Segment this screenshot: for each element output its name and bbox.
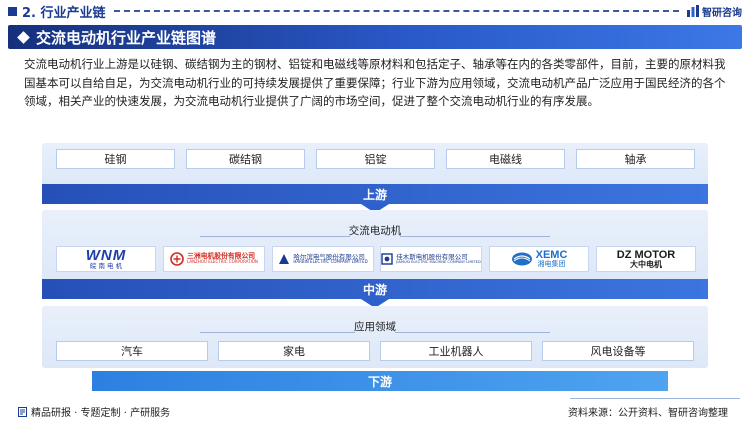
upstream-item-label: 轴承 (624, 153, 647, 166)
company-logo-harbin: 哈尔滨电气股份有限公司 HARBIN ELECTRIC COMPANY LIMI… (272, 246, 374, 272)
company-logo-main: DZ MOTOR (616, 248, 676, 261)
intro-paragraph: 交流电动机行业上游是以硅钢、碳结钢为主的钢材、铝锭和电磁线等原材料和包括定子、轴… (24, 57, 726, 109)
upstream-item-aluminum-ingot: 铝锭 (316, 149, 435, 169)
footer-source: 资料来源：公开资料、智研咨询整理 (568, 408, 728, 419)
application-item-home-appliances: 家电 (218, 341, 370, 361)
diamond-icon (17, 30, 30, 44)
upstream-item-magnet-wire: 电磁线 (446, 149, 565, 169)
midstream-rule-left (200, 236, 350, 237)
brand-name: 智研咨询 (702, 7, 742, 19)
lanzhou-emblem-icon (170, 252, 184, 266)
application-item-label: 风电设备等 (590, 345, 646, 358)
upstream-item-label: 硅钢 (104, 153, 127, 166)
header-dashed-divider (113, 10, 679, 12)
application-item-label: 汽车 (121, 345, 143, 358)
footer-divider (570, 398, 740, 399)
upstream-item-silicon-steel: 硅钢 (56, 149, 175, 169)
footer: 精品研报 · 专题定制 · 产研服务 资料来源：公开资料、智研咨询整理 (0, 402, 750, 421)
application-item-automotive: 汽车 (56, 341, 208, 361)
jiamusi-emblem-icon (381, 253, 393, 265)
upstream-item-label: 铝锭 (364, 153, 387, 166)
company-logo-lanzhou: 三洲电机股份有限公司 LANZHOU ELECTRIC CORPORATION (163, 246, 265, 272)
company-logo-sub: 湘电集团 (537, 260, 566, 269)
downstream-rule-left (200, 332, 355, 333)
application-item-label: 工业机器人 (428, 345, 484, 358)
company-logo-sub: LANZHOU ELECTRIC CORPORATION (187, 259, 258, 265)
application-item-label: 家电 (283, 345, 305, 358)
section-title: 2. 行业产业链 (0, 2, 106, 21)
midstream-band: 中游 (42, 279, 708, 308)
company-logo-xemc: XEMC 湘电集团 (489, 246, 589, 272)
upstream-item-carbon-steel: 碳结钢 (186, 149, 305, 169)
section-title-text: 2. 行业产业链 (22, 5, 106, 21)
upstream-item-label: 碳结钢 (229, 153, 262, 166)
top-bar: 2. 行业产业链 智研咨询 (0, 0, 750, 22)
square-bullet-icon (8, 6, 17, 16)
banner-title: 交流电动机行业产业链图谱 (36, 28, 217, 47)
footer-left: 精品研报 · 专题定制 · 产研服务 (18, 404, 170, 419)
company-logo-jiamusi: 佳木斯电机股份有限公司 JIAMUSI ELECTRIC MACHINE COM… (380, 246, 482, 272)
application-item-wind-power: 风电设备等 (542, 341, 694, 361)
application-item-industrial-robots: 工业机器人 (380, 341, 532, 361)
title-banner: 交流电动机行业产业链图谱 (8, 25, 742, 49)
company-logo-sub: HARBIN ELECTRIC COMPANY LIMITED (293, 259, 368, 265)
company-logo-dz-motor: DZ MOTOR 大中电机 (596, 246, 696, 272)
xemc-emblem-icon (511, 252, 532, 266)
upstream-item-bearing: 轴承 (576, 149, 695, 169)
upstream-band-label: 上游 (362, 187, 387, 202)
footer-services: 精品研报 · 专题定制 · 产研服务 (31, 408, 171, 419)
brand-mark-icon (687, 5, 699, 17)
downstream-band: 下游 (92, 371, 668, 391)
downstream-band-label: 下游 (367, 374, 392, 389)
midstream-label: 交流电动机 (348, 225, 402, 237)
report-icon (18, 406, 27, 417)
midstream-band-label: 中游 (362, 282, 387, 297)
company-logo-sub: JIAMUSI ELECTRIC MACHINE COMPANY LIMITED (396, 259, 481, 264)
downstream-label: 应用领域 (354, 321, 396, 333)
company-logo-wnm: WNM 皖 南 电 机 (56, 246, 156, 272)
harbin-emblem-icon (279, 254, 290, 264)
company-logo-main: WNM (85, 247, 127, 265)
upstream-band: 上游 (42, 184, 708, 213)
downstream-rule-right (395, 332, 550, 333)
midstream-rule-right (400, 236, 550, 237)
upstream-item-label: 电磁线 (489, 153, 522, 166)
company-logo-sub: 大中电机 (630, 259, 662, 269)
company-logo-sub: 皖 南 电 机 (89, 262, 123, 271)
brand-logo: 智研咨询 (687, 4, 750, 19)
